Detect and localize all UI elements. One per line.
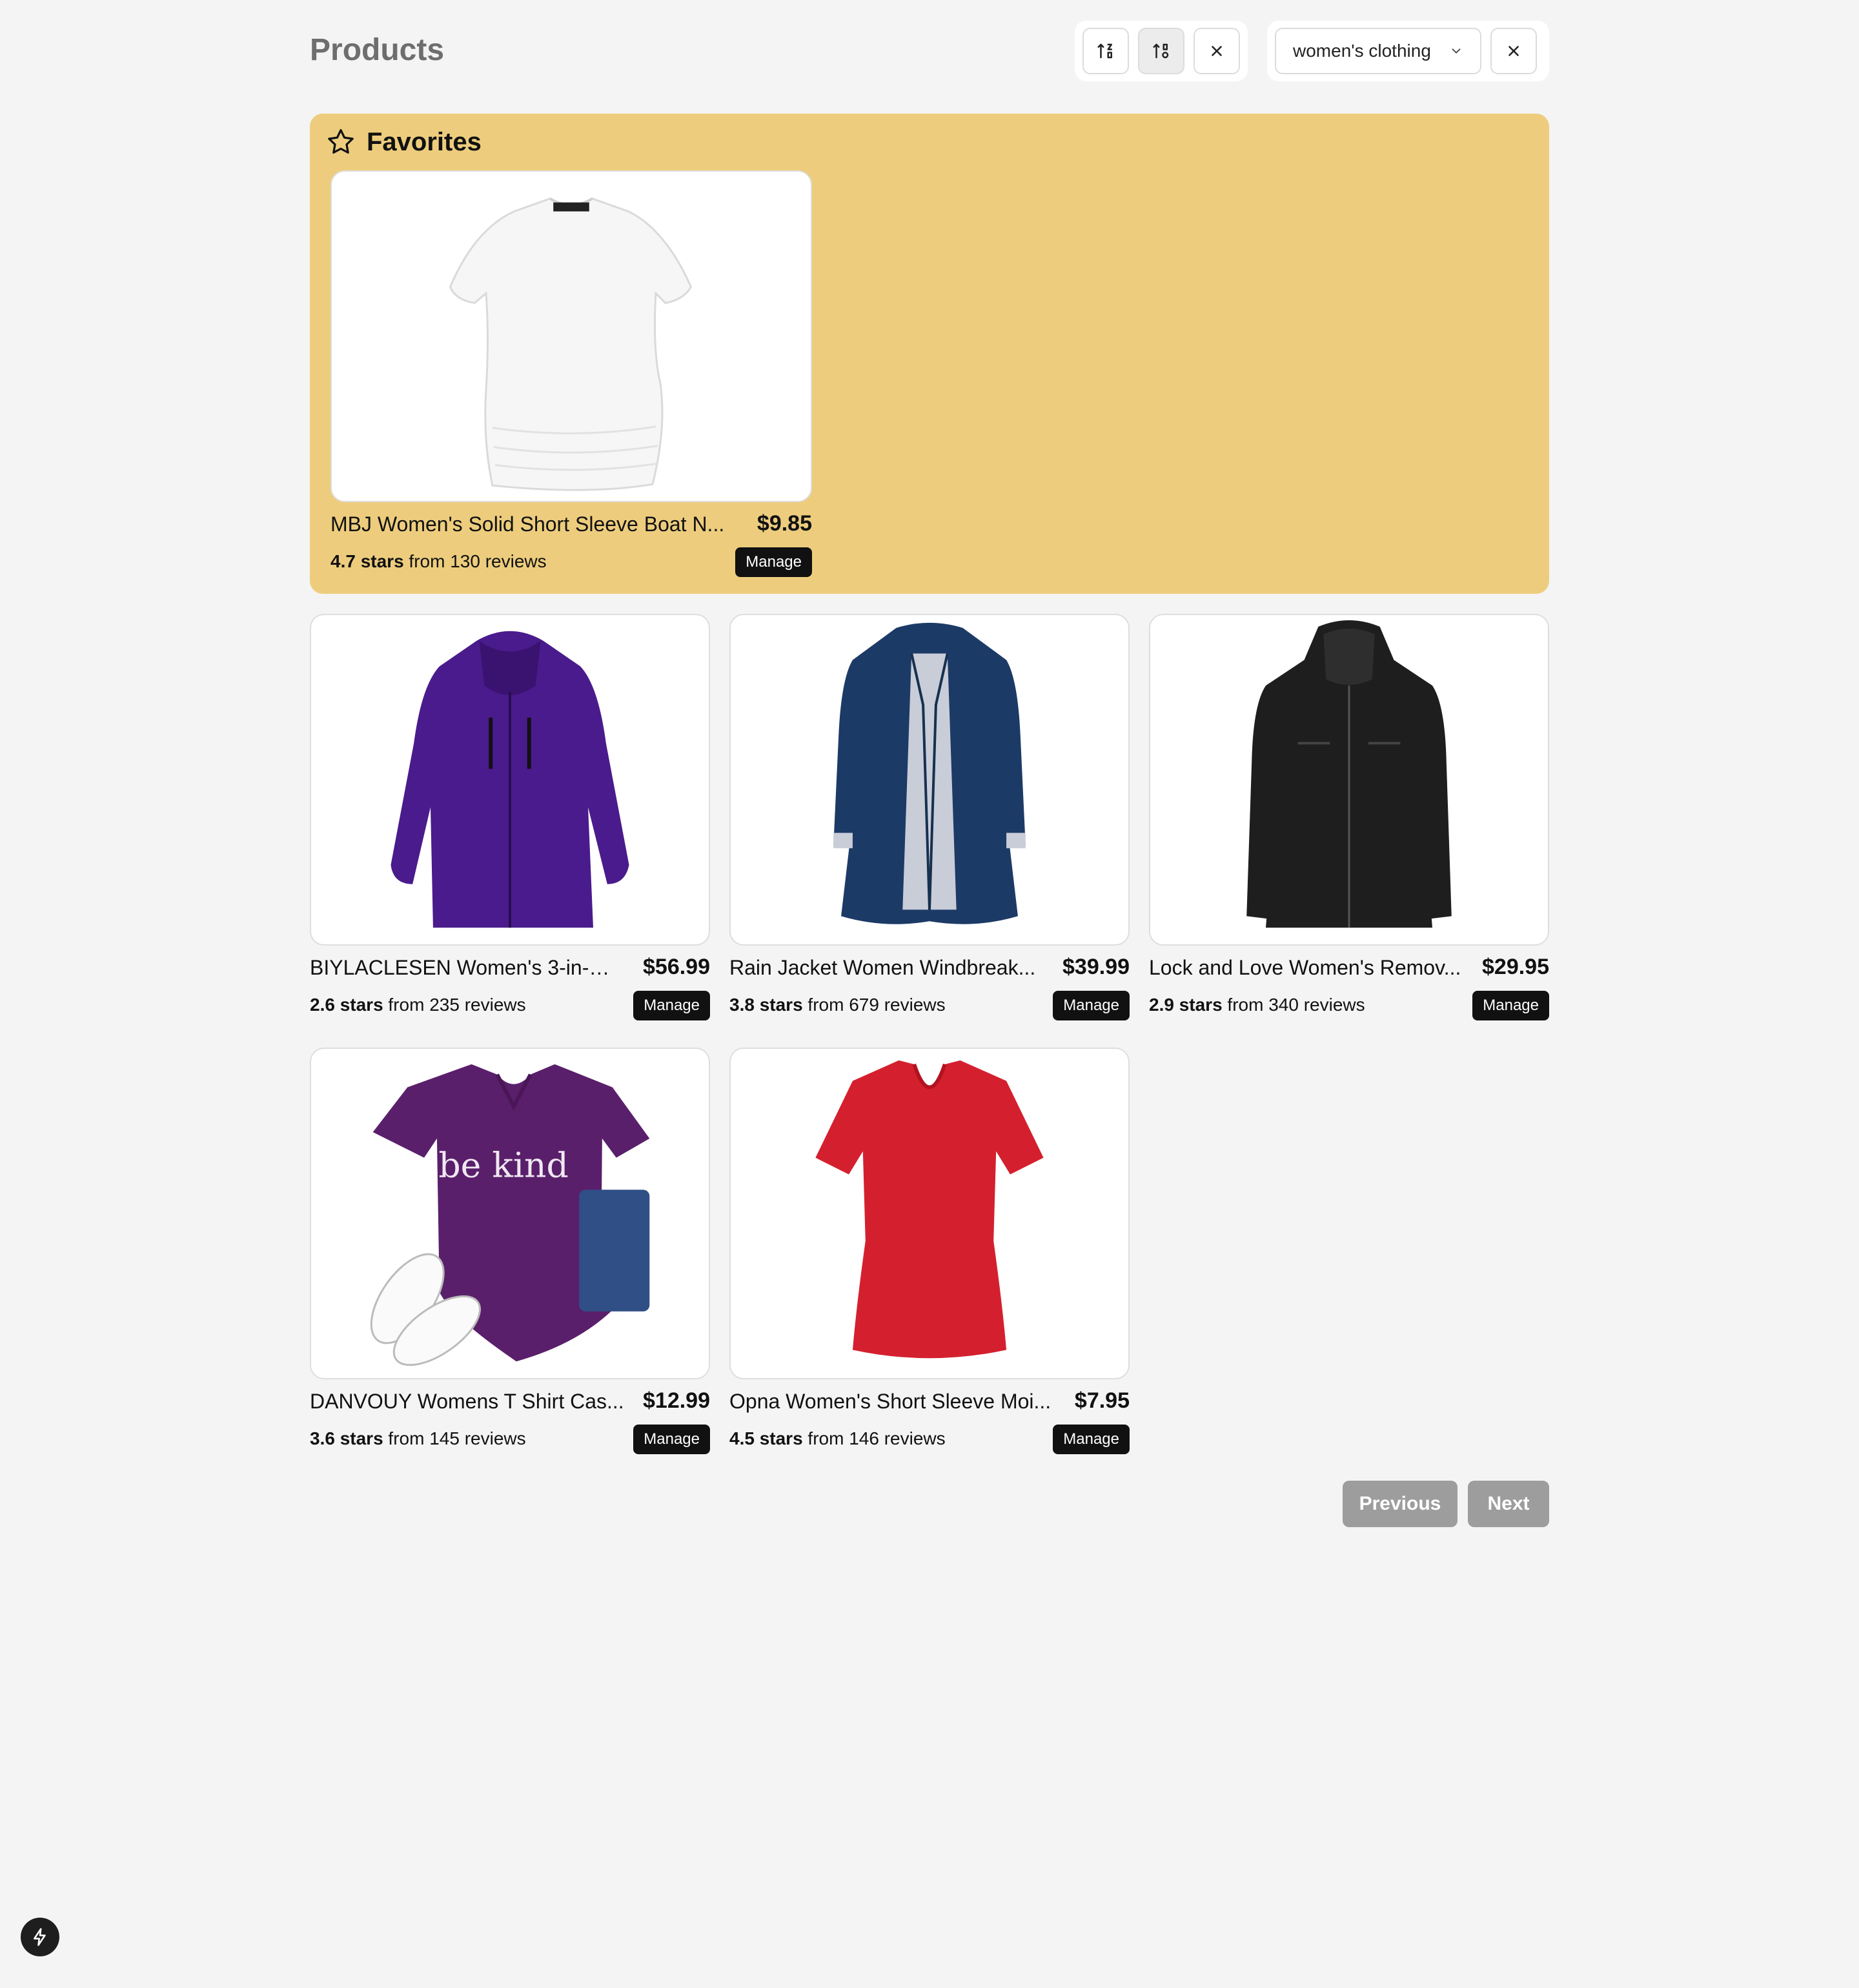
- product-image[interactable]: [1149, 614, 1549, 946]
- dev-tools-button[interactable]: [21, 1918, 59, 1956]
- be-kind-tee-image: be kind: [370, 1064, 650, 1366]
- rating-stars: 3.8 stars: [729, 995, 803, 1015]
- rating-reviews: from 145 reviews: [388, 1428, 526, 1448]
- close-icon: [1212, 46, 1222, 56]
- manage-button[interactable]: Manage: [633, 991, 710, 1020]
- red-vneck-tee-image: [815, 1060, 1044, 1359]
- sort-ascending-button[interactable]: [1082, 28, 1129, 74]
- product-rating: 2.9 stars from 340 reviews: [1149, 995, 1365, 1015]
- black-leather-jacket-image: [1246, 620, 1452, 928]
- next-button[interactable]: Next: [1468, 1481, 1549, 1527]
- product-price: $56.99: [643, 955, 710, 979]
- product-rating: 3.6 stars from 145 reviews: [310, 1428, 526, 1449]
- product-rating: 2.6 stars from 235 reviews: [310, 995, 526, 1015]
- category-filter-toolbar: women's clothing: [1267, 21, 1549, 81]
- star-outline-icon: [328, 129, 354, 154]
- rating-reviews: from 679 reviews: [808, 995, 946, 1015]
- rating-stars: 2.9 stars: [1149, 995, 1223, 1015]
- category-select-value: women's clothing: [1293, 41, 1431, 61]
- page-title: Products: [310, 33, 445, 67]
- chevron-down-icon: [1452, 48, 1461, 54]
- favorites-section: Favorites MBJ Women's Solid Short Sleeve…: [310, 114, 1549, 594]
- product-card[interactable]: Opna Women's Short Sleeve Moi... $7.95 4…: [729, 1048, 1130, 1456]
- product-name: Opna Women's Short Sleeve Moi...: [729, 1390, 1051, 1413]
- rating-stars: 4.7 stars: [330, 551, 404, 571]
- manage-button[interactable]: Manage: [1053, 991, 1130, 1020]
- sort-ascending-icon: [1097, 43, 1112, 59]
- product-rating: 4.5 stars from 146 reviews: [729, 1428, 946, 1449]
- purple-jacket-image: [391, 631, 629, 928]
- product-price: $12.99: [643, 1388, 710, 1413]
- product-rating: 4.7 stars from 130 reviews: [330, 551, 547, 572]
- product-image[interactable]: [729, 1048, 1130, 1379]
- product-image[interactable]: [729, 614, 1130, 946]
- product-name: MBJ Women's Solid Short Sleeve Boat N...: [330, 512, 725, 536]
- tee-print-text: be kind: [438, 1144, 568, 1185]
- lightning-bolt-icon: [34, 1928, 46, 1946]
- favorite-product-card[interactable]: MBJ Women's Solid Short Sleeve Boat N...…: [330, 170, 812, 583]
- rating-stars: 3.6 stars: [310, 1428, 383, 1448]
- sort-toolbar: [1075, 21, 1248, 81]
- rating-reviews: from 340 reviews: [1227, 995, 1365, 1015]
- manage-button[interactable]: Manage: [633, 1425, 710, 1454]
- product-price: $39.99: [1062, 955, 1130, 979]
- favorites-title: Favorites: [367, 127, 482, 156]
- product-card[interactable]: BIYLACLESEN Women's 3-in-1 ... $56.99 2.…: [310, 614, 710, 1022]
- sort-descending-icon: [1153, 43, 1169, 59]
- product-image[interactable]: [330, 170, 812, 502]
- close-icon: [1509, 46, 1519, 56]
- product-price: $29.95: [1482, 955, 1549, 979]
- product-name: Rain Jacket Women Windbreak...: [729, 956, 1036, 979]
- product-price: $7.95: [1074, 1388, 1130, 1413]
- page-header: Products women's clothing: [310, 0, 1549, 103]
- previous-button[interactable]: Previous: [1343, 1481, 1458, 1527]
- rating-stars: 4.5 stars: [729, 1428, 803, 1448]
- product-image[interactable]: [310, 614, 710, 946]
- product-card[interactable]: be kind DANVOUY Womens T Shirt Cas... $1…: [310, 1048, 710, 1456]
- clear-filter-button[interactable]: [1490, 28, 1537, 74]
- rating-reviews: from 235 reviews: [388, 995, 526, 1015]
- rating-reviews: from 130 reviews: [409, 551, 547, 571]
- product-name: Lock and Love Women's Remov...: [1149, 956, 1461, 979]
- product-name: DANVOUY Womens T Shirt Cas...: [310, 1390, 624, 1413]
- product-card[interactable]: Lock and Love Women's Remov... $29.95 2.…: [1149, 614, 1549, 1022]
- product-name: BIYLACLESEN Women's 3-in-1 ...: [310, 956, 620, 979]
- category-select[interactable]: women's clothing: [1275, 28, 1481, 74]
- navy-rain-jacket-image: [833, 622, 1026, 924]
- rating-reviews: from 146 reviews: [808, 1428, 946, 1448]
- clear-sort-button[interactable]: [1194, 28, 1240, 74]
- manage-button[interactable]: Manage: [1053, 1425, 1130, 1454]
- products-page: Products women's clothing Favorites MBJ …: [310, 0, 1549, 1527]
- sort-descending-button[interactable]: [1138, 28, 1184, 74]
- manage-button[interactable]: Manage: [735, 547, 812, 577]
- product-price: $9.85: [757, 511, 812, 536]
- favorites-header: Favorites: [325, 127, 482, 157]
- product-rating: 3.8 stars from 679 reviews: [729, 995, 946, 1015]
- rating-stars: 2.6 stars: [310, 995, 383, 1015]
- product-image[interactable]: be kind: [310, 1048, 710, 1379]
- product-card[interactable]: Rain Jacket Women Windbreak... $39.99 3.…: [729, 614, 1130, 1022]
- manage-button[interactable]: Manage: [1472, 991, 1549, 1020]
- pagination: Previous Next: [1343, 1481, 1549, 1527]
- white-tee-image: [449, 197, 693, 491]
